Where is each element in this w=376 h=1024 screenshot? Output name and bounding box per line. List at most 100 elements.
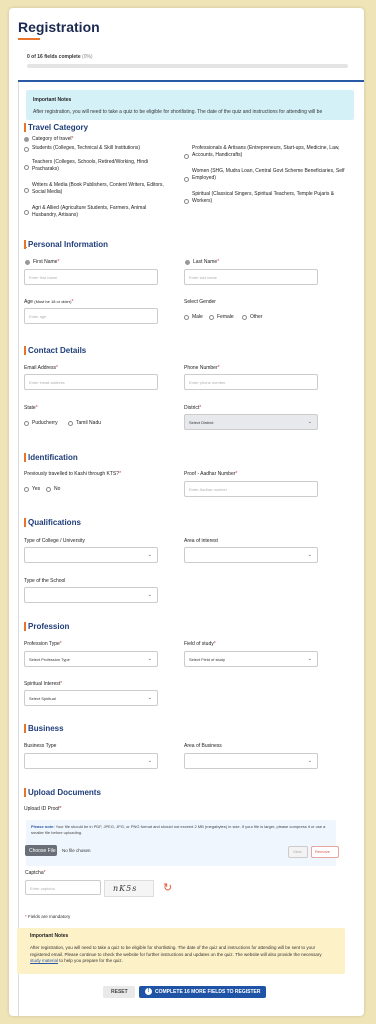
proof-label: Proof - Aadhar Number* [184, 471, 238, 477]
section-title-business: Business [28, 724, 64, 733]
study-material-link[interactable]: study material [30, 958, 58, 963]
kts-radio-no[interactable] [46, 487, 51, 492]
profession-type-select[interactable]: Select Profession Type ⌄ [24, 651, 158, 667]
first-name-label: First Name* [33, 259, 60, 265]
interest-select[interactable]: ⌄ [184, 547, 318, 563]
choose-file-button[interactable]: Choose File [25, 845, 57, 856]
captcha-label-text: Captcha [25, 870, 44, 876]
email-input[interactable]: Enter email address [24, 374, 158, 390]
chevron-down-icon: ⌄ [307, 758, 312, 764]
state-option-puducherry[interactable]: Puducherry [32, 420, 58, 427]
upload-note: Please note: Your file should be in PDF,… [31, 824, 331, 836]
kts-label: Previously travelled to Kashi through KT… [24, 471, 122, 477]
gender-option-female[interactable]: Female [217, 314, 234, 321]
interest-label: Area of interest [184, 538, 218, 544]
category-option-students[interactable]: Students (Colleges, Technical & Skill In… [32, 145, 172, 152]
age-input[interactable]: Enter age [24, 308, 158, 324]
category-option-radio[interactable] [24, 210, 29, 215]
spiritual-interest-select[interactable]: Select Spiritual ⌄ [24, 690, 158, 706]
info-icon: ! [145, 988, 152, 995]
category-option-radio[interactable] [24, 165, 29, 170]
field-of-study-label-text: Field of study [184, 641, 214, 647]
first-name-input[interactable]: Enter first name [24, 269, 158, 285]
chevron-down-icon: ⌄ [147, 552, 152, 558]
last-name-label-text: Last Name [193, 259, 218, 265]
category-label: Category of travel* [32, 136, 74, 142]
field-of-study-select[interactable]: Select Field of study ⌄ [184, 651, 318, 667]
category-option-radio[interactable] [24, 188, 29, 193]
business-area-select[interactable]: ⌄ [184, 753, 318, 769]
mandatory-text: Fields are mandatory [28, 914, 71, 919]
category-option-agri[interactable]: Agri & Allied (Agriculture Students, Far… [32, 205, 172, 219]
category-label-text: Category of travel [32, 136, 72, 142]
category-option-writers[interactable]: Writers & Media (Book Publishers, Conten… [32, 182, 172, 196]
college-select[interactable]: ⌄ [24, 547, 158, 563]
mandatory-note: * Fields are mandatory [25, 914, 71, 919]
profession-type-label: Profession Type* [24, 641, 62, 647]
field-of-study-label: Field of study* [184, 641, 216, 647]
chevron-down-icon: ⌄ [147, 592, 152, 598]
last-name-placeholder: Enter last name [189, 275, 218, 280]
kts-radio-yes[interactable] [24, 487, 29, 492]
category-option-women[interactable]: Women (SHG, Mudra Loan, Central Govt Sch… [192, 168, 352, 182]
spiritual-interest-label-text: Spiritual Interest [24, 681, 61, 687]
state-option-tamilnadu[interactable]: Tamil Nadu [76, 420, 101, 427]
category-option-radio[interactable] [184, 199, 189, 204]
gender-option-other[interactable]: Other [250, 314, 263, 321]
last-name-label: Last Name* [193, 259, 220, 265]
captcha-label: Captcha* [25, 870, 46, 876]
category-option-radio[interactable] [184, 177, 189, 182]
category-option-radio[interactable] [24, 147, 29, 152]
age-placeholder: Enter age [29, 314, 47, 319]
state-radio-tamilnadu[interactable] [68, 421, 73, 426]
kts-option-yes[interactable]: Yes [32, 486, 40, 493]
state-radio-puducherry[interactable] [24, 421, 29, 426]
district-select-value: Select District [189, 420, 214, 425]
bottom-note-text-part1: After registration, you will need to tak… [30, 945, 322, 957]
phone-input[interactable]: Enter phone number [184, 374, 318, 390]
chevron-down-icon: ⌄ [147, 758, 152, 764]
chevron-down-icon: ⌄ [307, 656, 312, 662]
register-button[interactable]: ! COMPLETE 16 MORE FIELDS TO REGISTER [139, 986, 266, 998]
district-select[interactable]: Select District ⌄ [184, 414, 318, 430]
category-option-professionals[interactable]: Professionals & Artisans (Entrepreneurs,… [192, 145, 352, 159]
profession-type-value: Select Profession Type [29, 657, 70, 662]
category-option-radio[interactable] [184, 154, 189, 159]
captcha-input[interactable]: Enter captcha [25, 880, 101, 895]
last-name-input[interactable]: Enter last name [184, 269, 318, 285]
reset-button[interactable]: RESET [103, 986, 135, 998]
section-title-identification: Identification [28, 453, 78, 462]
view-button[interactable]: View [288, 846, 308, 858]
age-label-text: Age [24, 299, 33, 305]
section-marker [24, 123, 26, 132]
section-marker [24, 622, 26, 631]
category-option-spiritual[interactable]: Spiritual (Classical Singers, Spiritual … [192, 191, 352, 205]
section-marker [24, 346, 26, 355]
first-name-marker [25, 260, 30, 265]
phone-placeholder: Enter phone number [189, 380, 226, 385]
category-radio[interactable] [24, 137, 29, 142]
phone-label-text: Phone Number [184, 365, 218, 371]
business-type-select[interactable]: ⌄ [24, 753, 158, 769]
page-title: Registration [18, 19, 100, 35]
refresh-icon[interactable]: ↻ [163, 881, 172, 894]
spiritual-interest-value: Select Spiritual [29, 696, 56, 701]
chevron-down-icon: ⌄ [307, 419, 312, 425]
aadhar-input[interactable]: Enter Aadhar number [184, 481, 318, 497]
gender-radio-female[interactable] [209, 315, 214, 320]
progress-count: 0 of 16 fields complete [27, 54, 81, 60]
school-select[interactable]: ⌄ [24, 587, 158, 603]
section-title-contact: Contact Details [28, 346, 87, 355]
profession-type-label-text: Profession Type [24, 641, 60, 647]
aadhar-placeholder: Enter Aadhar number [189, 487, 228, 492]
captcha-image-text: nK5s [113, 884, 138, 893]
gender-option-male[interactable]: Male [192, 314, 203, 321]
category-option-teachers[interactable]: Teachers (Colleges, Schools, Retired/Wor… [32, 159, 172, 173]
email-label: Email Address* [24, 365, 58, 371]
remove-button[interactable]: Remove [311, 846, 339, 858]
gender-radio-other[interactable] [242, 315, 247, 320]
kts-option-no[interactable]: No [54, 486, 60, 493]
phone-label: Phone Number* [184, 365, 220, 371]
gender-radio-male[interactable] [184, 315, 189, 320]
business-type-label: Business Type [24, 743, 57, 749]
